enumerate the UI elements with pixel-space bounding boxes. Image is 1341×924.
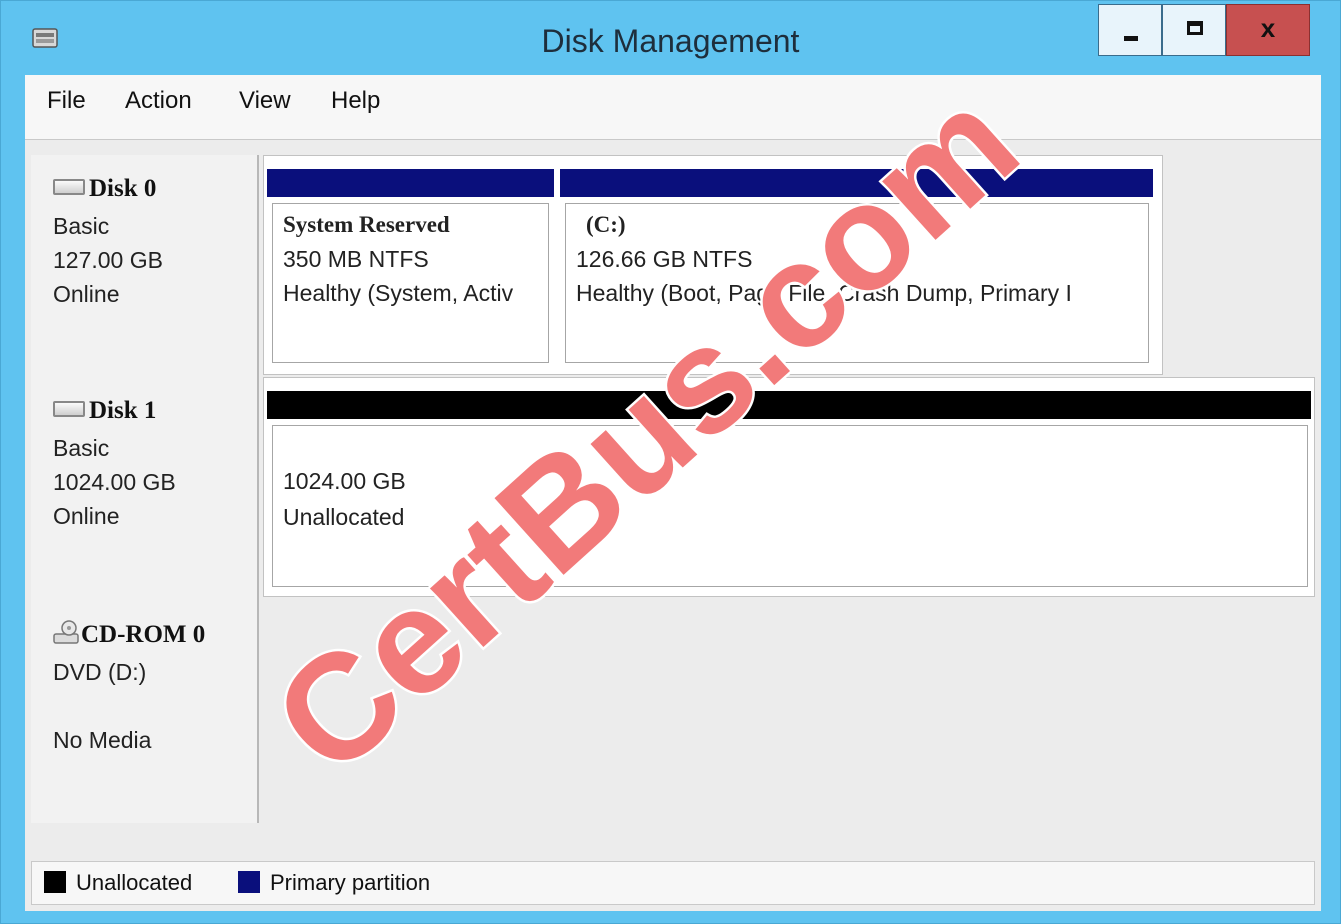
minimize-icon: [1124, 36, 1138, 41]
title-bar[interactable]: Disk Management x: [1, 1, 1340, 81]
disk-row-1: Disk 1 Basic 1024.00 GB Online 1024.00 G…: [31, 377, 1315, 601]
legend-label-primary-partition: Primary partition: [270, 870, 431, 895]
disk-1-name: Disk 1: [89, 397, 157, 424]
disk-row-0: Disk 0 Basic 127.00 GB Online System Res…: [31, 155, 1315, 377]
menu-bar: File Action View Help: [25, 75, 1321, 140]
cdrom-0-type: DVD (D:): [53, 659, 147, 685]
disk-0-label[interactable]: Disk 0 Basic 127.00 GB Online: [31, 155, 259, 377]
volume-unallocated[interactable]: 1024.00 GB Unallocated: [272, 425, 1308, 587]
unallocated-bar: [267, 391, 1311, 419]
close-icon: x: [1260, 13, 1276, 43]
disk-1-label[interactable]: Disk 1 Basic 1024.00 GB Online: [31, 377, 259, 601]
volume-size: 350 MB NTFS: [283, 246, 429, 272]
disk-1-status: Online: [53, 503, 120, 529]
volume-name: (C:): [586, 212, 626, 237]
disk-1-size: 1024.00 GB: [53, 469, 176, 495]
disk-0-name: Disk 0: [89, 175, 157, 202]
disk-0-status: Online: [53, 281, 120, 307]
legend-label-unallocated: Unallocated: [76, 870, 193, 895]
volume-system-reserved[interactable]: System Reserved 350 MB NTFS Healthy (Sys…: [272, 203, 549, 363]
menu-help[interactable]: Help: [331, 87, 380, 115]
volume-status: Healthy (Boot, Page File, Crash Dump, Pr…: [576, 280, 1072, 306]
cdrom-0-volume-area[interactable]: [263, 601, 1315, 823]
volume-name: System Reserved: [283, 212, 450, 237]
hard-disk-icon: [53, 401, 85, 418]
volume-size: 126.66 GB NTFS: [576, 246, 753, 272]
cdrom-0-media: No Media: [53, 727, 152, 753]
menu-action[interactable]: Action: [125, 87, 192, 115]
maximize-button[interactable]: [1162, 4, 1226, 56]
cd-drive-icon: [53, 620, 79, 645]
partition-bar-c: [560, 169, 1153, 197]
client-area: File Action View Help Disk 0 Basic 127.0…: [25, 75, 1321, 911]
hard-disk-icon: [53, 179, 85, 196]
disk-0-size: 127.00 GB: [53, 247, 163, 273]
disk-row-cdrom: CD-ROM 0 DVD (D:) No Media: [31, 601, 1315, 823]
volume-status: Healthy (System, Activ: [283, 280, 514, 306]
disk-management-window: Disk Management x File Action View Help …: [0, 0, 1341, 924]
menu-file[interactable]: File: [47, 87, 86, 115]
partition-bar-system-reserved: [267, 169, 554, 197]
disk-1-type: Basic: [53, 435, 110, 461]
disk-0-type: Basic: [53, 213, 110, 239]
cdrom-0-label[interactable]: CD-ROM 0 DVD (D:) No Media: [31, 601, 259, 823]
volume-status: Unallocated: [283, 504, 405, 530]
cdrom-0-name: CD-ROM 0: [81, 621, 206, 648]
menu-view[interactable]: View: [239, 87, 291, 115]
minimize-button[interactable]: [1098, 4, 1162, 56]
legend-swatch-primary-partition: [238, 871, 260, 893]
close-button[interactable]: x: [1226, 4, 1310, 56]
maximize-icon: [1187, 21, 1203, 35]
legend-swatch-unallocated: [44, 871, 66, 893]
legend: Unallocated Primary partition: [31, 861, 1315, 905]
volume-c[interactable]: (C:) 126.66 GB NTFS Healthy (Boot, Page …: [565, 203, 1149, 363]
volume-size: 1024.00 GB: [283, 468, 406, 494]
